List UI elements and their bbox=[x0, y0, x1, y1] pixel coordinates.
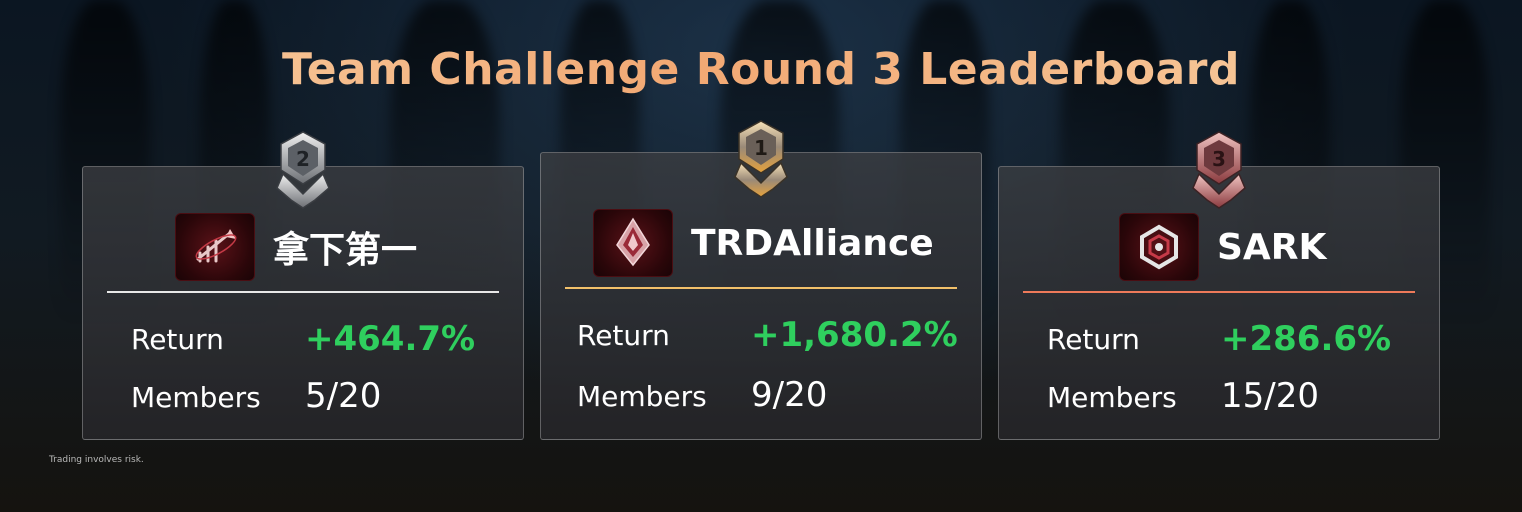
return-label: Return bbox=[131, 323, 224, 356]
return-value: +286.6% bbox=[1221, 319, 1392, 359]
members-label: Members bbox=[1047, 381, 1177, 414]
return-value: +464.7% bbox=[305, 319, 476, 359]
team-divider bbox=[565, 287, 957, 289]
gold-rank-1-medal-icon: 1 bbox=[731, 117, 791, 199]
team-divider bbox=[1023, 291, 1415, 293]
hexagon-logo-icon bbox=[1119, 213, 1199, 281]
members-label: Members bbox=[131, 381, 261, 414]
medal-rank-text: 3 bbox=[1212, 147, 1226, 171]
team-divider bbox=[107, 291, 499, 293]
medal-rank-text: 2 bbox=[296, 147, 310, 171]
members-value: 15/20 bbox=[1221, 376, 1319, 416]
team-name: SARK bbox=[1217, 226, 1327, 268]
members-value: 5/20 bbox=[305, 376, 382, 416]
bronze-rank-3-medal-icon: 3 bbox=[1189, 128, 1249, 210]
return-label: Return bbox=[577, 319, 670, 352]
rising-arrow-logo-icon bbox=[175, 213, 255, 281]
team-name: TRDAlliance bbox=[691, 222, 934, 264]
team-name: 拿下第一 bbox=[273, 230, 418, 271]
return-value: +1,680.2% bbox=[751, 315, 958, 355]
members-value: 9/20 bbox=[751, 375, 828, 415]
crystal-gem-logo-icon bbox=[593, 209, 673, 277]
silver-rank-2-medal-icon: 2 bbox=[273, 128, 333, 210]
return-label: Return bbox=[1047, 323, 1140, 356]
risk-disclaimer: Trading involves risk. bbox=[49, 455, 144, 465]
members-label: Members bbox=[577, 380, 707, 413]
page-title: Team Challenge Round 3 Leaderboard bbox=[0, 44, 1522, 95]
medal-rank-text: 1 bbox=[754, 136, 768, 160]
